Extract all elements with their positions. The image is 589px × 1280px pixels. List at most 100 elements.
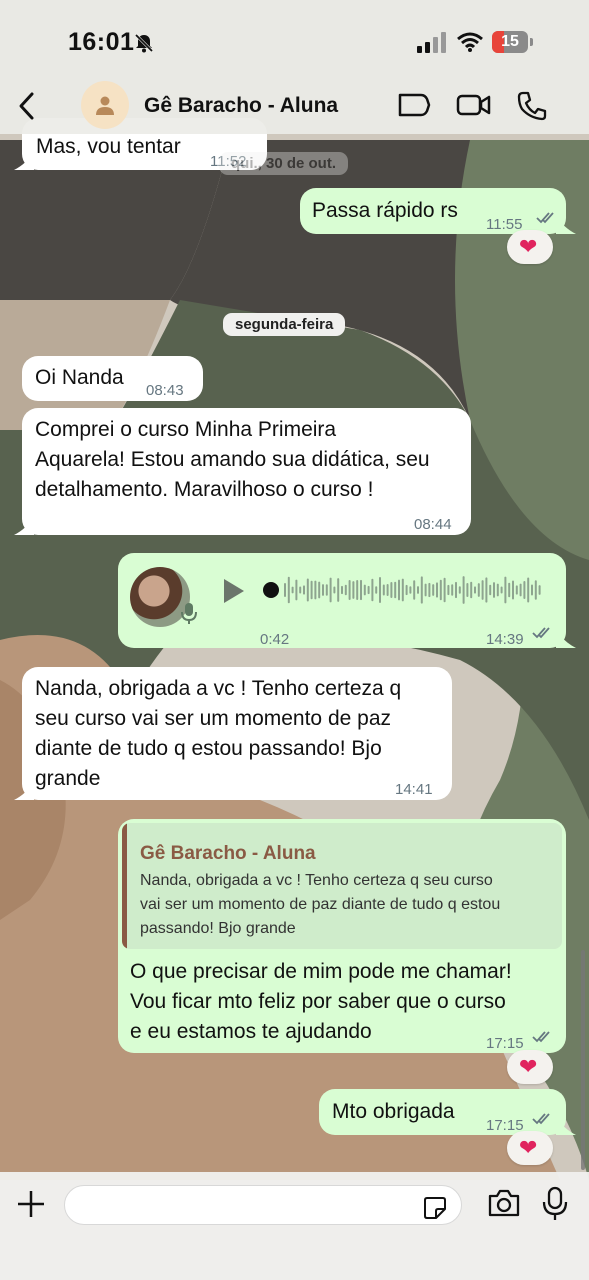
message-line: Vou ficar mto feliz por saber que o curs… (130, 990, 506, 1013)
waveform-bar (496, 583, 499, 597)
waveform-bar (333, 586, 336, 594)
quoted-message[interactable]: Gê Baracho - Aluna Nanda, obrigada a vc … (122, 823, 562, 949)
waveform-bar (481, 580, 484, 600)
double-check-icon (532, 627, 550, 639)
message-line: diante de tudo q estou passando! Bjo (35, 737, 382, 760)
waveform-bar (329, 577, 332, 603)
scrollbar[interactable] (581, 950, 585, 1170)
heart-reaction[interactable]: ❤ (507, 1131, 553, 1165)
waveform-bar (436, 582, 438, 598)
message-line: Comprei o curso Minha Primeira (35, 418, 337, 441)
mic-icon (181, 603, 197, 624)
waveform-bar (439, 579, 442, 601)
message-text: Mto obrigada (332, 1100, 455, 1123)
message-text: Oi Nanda (35, 366, 124, 389)
waveform-bar (534, 580, 537, 600)
date-separator: segunda-feira (223, 313, 346, 336)
waveform-bar (508, 582, 511, 598)
heart-icon: ❤ (519, 1054, 538, 1079)
message-bubble-outgoing[interactable]: Mto obrigada 17:15 (319, 1089, 566, 1135)
message-line: grande (35, 767, 101, 790)
waveform-bar (341, 585, 343, 595)
waveform-bar (375, 586, 378, 594)
waveform-bar (504, 576, 507, 604)
camera-icon[interactable] (487, 1188, 521, 1218)
waveform-bar (432, 584, 435, 596)
battery-level: 15 (501, 33, 519, 50)
bubble-tail (14, 782, 34, 800)
heart-reaction[interactable]: ❤ (507, 1050, 553, 1084)
quoted-text-line: vai ser um momento de paz diante de tudo… (140, 896, 501, 913)
waveform-bar (538, 585, 541, 595)
label-icon[interactable] (397, 90, 431, 120)
plus-icon[interactable] (15, 1188, 47, 1220)
waveform-bar (462, 576, 465, 604)
waveform-bar (523, 581, 526, 599)
bubble-tail (556, 1117, 576, 1135)
person-icon (96, 96, 114, 115)
sticker-icon[interactable] (422, 1195, 448, 1221)
status-bar: 16:01 15 (0, 0, 589, 86)
waveform-bar (489, 584, 492, 596)
waveform-bar (394, 581, 397, 599)
waveform-bar (348, 580, 351, 600)
waveform-bar (443, 577, 446, 603)
back-chevron-icon[interactable] (12, 88, 42, 124)
message-input[interactable] (64, 1185, 462, 1225)
message-bubble-incoming[interactable]: Oi Nanda 08:43 (22, 356, 203, 401)
voice-message-bubble[interactable]: 0:42 14:39 (118, 553, 566, 648)
composer-bar (0, 1172, 589, 1280)
waveform-bar (352, 581, 355, 599)
waveform-bar (519, 583, 522, 597)
waveform-bar (318, 581, 321, 599)
audio-waveform[interactable] (260, 571, 550, 609)
waveform-bar (515, 585, 518, 595)
voice-duration: 0:42 (260, 631, 290, 648)
double-check-icon (532, 1031, 550, 1043)
waveform-bar (291, 586, 294, 594)
waveform-bar (310, 580, 313, 600)
waveform-bar (458, 586, 461, 594)
play-icon[interactable] (220, 577, 248, 605)
clock: 16:01 (68, 28, 135, 56)
waveform-bar (367, 585, 370, 595)
waveform-bar (344, 584, 347, 596)
waveform-bar (314, 580, 317, 600)
message-bubble-outgoing[interactable]: Passa rápido rs 11:55 (300, 188, 566, 234)
waveform-bar (390, 581, 393, 599)
waveform-bar (405, 584, 408, 596)
quoted-sender: Gê Baracho - Aluna (140, 843, 316, 864)
signal-icon (417, 32, 446, 53)
avatar[interactable] (81, 81, 129, 129)
waveform-bar (299, 586, 302, 594)
waveform-bar (287, 576, 290, 604)
message-line: e eu estamos te ajudando (130, 1020, 372, 1043)
waveform-bar (363, 584, 366, 596)
waveform-bar (371, 578, 374, 602)
waveform-bar (466, 582, 469, 598)
message-bubble-incoming[interactable]: Comprei o curso Minha Primeira Aquarela!… (22, 408, 471, 535)
bubble-tail (14, 152, 34, 170)
waveform-bar (474, 586, 476, 594)
phone-icon[interactable] (516, 90, 548, 122)
video-call-icon[interactable] (456, 90, 492, 120)
message-time: 14:41 (395, 781, 433, 798)
chat-header: Gê Baracho - Aluna (0, 81, 589, 134)
waveform-bar (401, 578, 404, 602)
waveform-bar (420, 576, 423, 604)
contact-name[interactable]: Gê Baracho - Aluna (144, 94, 338, 118)
message-line: Nanda, obrigada a vc ! Tenho certeza q (35, 677, 402, 700)
heart-reaction[interactable]: ❤ (507, 230, 553, 264)
message-line: seu curso vai ser um momento de paz (35, 707, 391, 730)
wifi-icon (457, 32, 483, 52)
waveform-bar (284, 583, 286, 597)
chat-screen: 16:01 15 Gê Baracho - Aluna Mas, vou ten… (0, 0, 589, 1280)
bubble-tail (14, 517, 34, 535)
mic-icon[interactable] (542, 1186, 568, 1222)
reply-message-bubble[interactable]: Gê Baracho - Aluna Nanda, obrigada a vc … (118, 819, 566, 1053)
waveform-bar (477, 583, 480, 597)
message-time: 08:43 (146, 382, 184, 399)
message-line: Aquarela! Estou amando sua didática, seu (35, 448, 430, 471)
message-bubble-incoming[interactable]: Nanda, obrigada a vc ! Tenho certeza q s… (22, 667, 452, 800)
waveform-bar (417, 586, 419, 594)
